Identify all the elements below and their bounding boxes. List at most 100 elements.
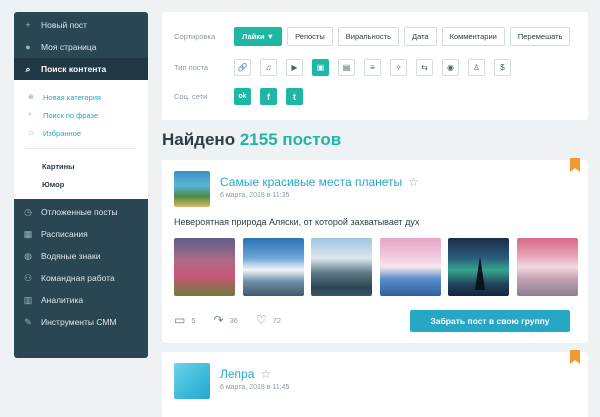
document-icon[interactable]: ▤ [338, 59, 355, 76]
post-type-row: Тип поста 🔗 ♫ ▶ ▣ ▤ ≡ ✧ ⇆ ◉ ♙ $ [174, 59, 520, 76]
sidebar-item-new-post[interactable]: + Новый пост [14, 14, 148, 36]
social-row: Соц. сети ok f t [174, 88, 312, 105]
calendar-icon: ▦ [23, 228, 33, 239]
gallery-image[interactable] [379, 238, 441, 296]
post-date: 6 марта, 2018 в 11:45 [220, 384, 290, 391]
video-icon[interactable]: ▶ [286, 59, 303, 76]
gallery-image[interactable] [448, 238, 509, 296]
tools-icon: ✎ [24, 316, 32, 327]
bookmark-icon[interactable] [570, 158, 580, 172]
likes-stat[interactable]: ♡ 72 [256, 313, 281, 327]
text-icon[interactable]: ≡ [364, 59, 381, 76]
results-count: 2155 постов [239, 130, 342, 149]
sort-option-virality[interactable]: Виральность [337, 27, 399, 46]
post-card: Самые красивые места планеты ☆ 6 марта, … [162, 158, 588, 343]
post-type-label: Тип поста [174, 63, 209, 72]
sidebar-item-label: Моя страница [41, 42, 97, 52]
sidebar-item-watermarks[interactable]: ◍ Водяные знаки [14, 245, 148, 267]
avatar[interactable] [174, 363, 210, 399]
sidebar-subitem-label: Новая категория [43, 92, 101, 102]
sidebar-item-label: Новый пост [41, 20, 88, 30]
sidebar-item-scheduled-posts[interactable]: ◷ Отложенные посты [14, 201, 148, 223]
repost-icon[interactable]: ⇆ [416, 59, 433, 76]
likes-count: 72 [272, 315, 282, 325]
search-icon: ⌕ [25, 63, 31, 74]
reposts-stat[interactable]: ↷ 36 [214, 313, 238, 327]
watermark-icon: ◍ [24, 250, 32, 261]
share-icon: ↷ [213, 313, 224, 327]
post-gallery [174, 238, 578, 296]
location-icon[interactable]: ◉ [442, 59, 459, 76]
star-icon: ☆ [28, 130, 35, 137]
post-stats: ▭ 5 ↷ 36 ♡ 72 [174, 313, 299, 327]
team-icon: ⚇ [23, 272, 33, 283]
sidebar-subitem-favorites[interactable]: ☆ Избранное [14, 124, 148, 142]
person-icon[interactable]: ♙ [468, 59, 485, 76]
facebook-icon[interactable]: f [260, 88, 277, 105]
sidebar-submenu: ⊕ Новая категория ⌕ Поиск по фразе ☆ Изб… [14, 80, 148, 199]
tumblr-icon[interactable]: t [286, 88, 303, 105]
comment-icon: ▭ [174, 313, 186, 327]
post-date: 6 марта, 2018 в 11:35 [220, 192, 290, 199]
sort-option-reposts[interactable]: Репосты [287, 27, 333, 46]
sidebar-top-section: + Новый пост ● Моя страница ⌕ Поиск конт… [14, 12, 148, 80]
sidebar-item-label: Отложенные посты [41, 207, 118, 217]
gallery-image[interactable] [516, 238, 578, 296]
sidebar-item-label: Аналитика [41, 295, 84, 305]
star-icon[interactable]: ☆ [408, 175, 419, 189]
gallery-image[interactable] [174, 238, 235, 296]
post-text: Невероятная природа Аляски, от которой з… [174, 217, 420, 227]
post-card: Лепра ☆ 6 марта, 2018 в 11:45 [162, 350, 588, 417]
sidebar-item-label: Водяные знаки [41, 251, 101, 261]
sparkle-icon[interactable]: ✧ [390, 59, 407, 76]
sidebar-subitem-label: Избранное [43, 128, 82, 138]
sidebar: + Новый пост ● Моя страница ⌕ Поиск конт… [14, 12, 148, 358]
post-title-link[interactable]: Лепра [220, 367, 254, 381]
sidebar-subitem-phrase-search[interactable]: ⌕ Поиск по фразе [14, 106, 148, 124]
sidebar-bottom-section: ◷ Отложенные посты ▦ Расписания ◍ Водяны… [14, 199, 148, 333]
sidebar-item-schedules[interactable]: ▦ Расписания [14, 223, 148, 245]
sidebar-item-teamwork[interactable]: ⚇ Командная работа [14, 267, 148, 289]
plus-circle-icon: ⊕ [28, 94, 34, 101]
reposts-count: 36 [229, 315, 238, 325]
gallery-image[interactable] [242, 238, 304, 296]
post-title: Самые красивые места планеты ☆ [220, 175, 419, 189]
sort-option-comments[interactable]: Комментарии [441, 27, 505, 46]
sidebar-item-label: Инструменты СММ [41, 317, 117, 327]
music-icon[interactable]: ♫ [260, 59, 277, 76]
sidebar-subitem-label: Поиск по фразе [43, 110, 99, 120]
sort-option-likes[interactable]: Лайки ▼ [234, 27, 283, 46]
avatar[interactable] [174, 171, 210, 207]
sidebar-item-label: Поиск контента [41, 64, 107, 74]
sort-option-date[interactable]: Дата [404, 27, 437, 46]
sidebar-item-label: Расписания [41, 229, 88, 239]
sort-option-shuffle[interactable]: Перемешать [509, 27, 571, 46]
category-item-paintings[interactable]: Картины [14, 157, 148, 175]
comments-stat[interactable]: ▭ 5 [174, 313, 196, 327]
sort-row: Сортировка Лайки ▼ Репосты Виральность Д… [174, 27, 575, 46]
social-label: Соц. сети [174, 92, 208, 101]
analytics-icon: ▥ [23, 294, 33, 305]
sidebar-item-my-page[interactable]: ● Моя страница [14, 36, 148, 58]
post-title-link[interactable]: Самые красивые места планеты [220, 175, 402, 189]
bookmark-icon[interactable] [570, 350, 580, 364]
filters-panel: Сортировка Лайки ▼ Репосты Виральность Д… [162, 12, 588, 120]
plus-icon: + [25, 20, 31, 30]
results-prefix: Найдено [162, 130, 236, 149]
search-icon: ⌕ [28, 111, 32, 118]
odnoklassniki-icon[interactable]: ok [234, 88, 251, 105]
take-post-button[interactable]: Забрать пост в свою группу [410, 310, 570, 332]
sidebar-subitem-new-category[interactable]: ⊕ Новая категория [14, 88, 148, 106]
money-icon[interactable]: $ [494, 59, 511, 76]
link-icon[interactable]: 🔗 [234, 59, 251, 76]
category-item-humor[interactable]: Юмор [14, 175, 148, 193]
clock-icon: ◷ [24, 206, 32, 217]
image-icon[interactable]: ▣ [312, 59, 329, 76]
heart-icon: ♡ [255, 313, 267, 327]
comments-count: 5 [191, 315, 196, 325]
star-icon[interactable]: ☆ [260, 367, 271, 381]
sidebar-item-content-search[interactable]: ⌕ Поиск контента [14, 58, 148, 80]
gallery-image[interactable] [311, 238, 372, 296]
sidebar-item-smm-tools[interactable]: ✎ Инструменты СММ [14, 311, 148, 333]
sidebar-item-analytics[interactable]: ▥ Аналитика [14, 289, 148, 311]
